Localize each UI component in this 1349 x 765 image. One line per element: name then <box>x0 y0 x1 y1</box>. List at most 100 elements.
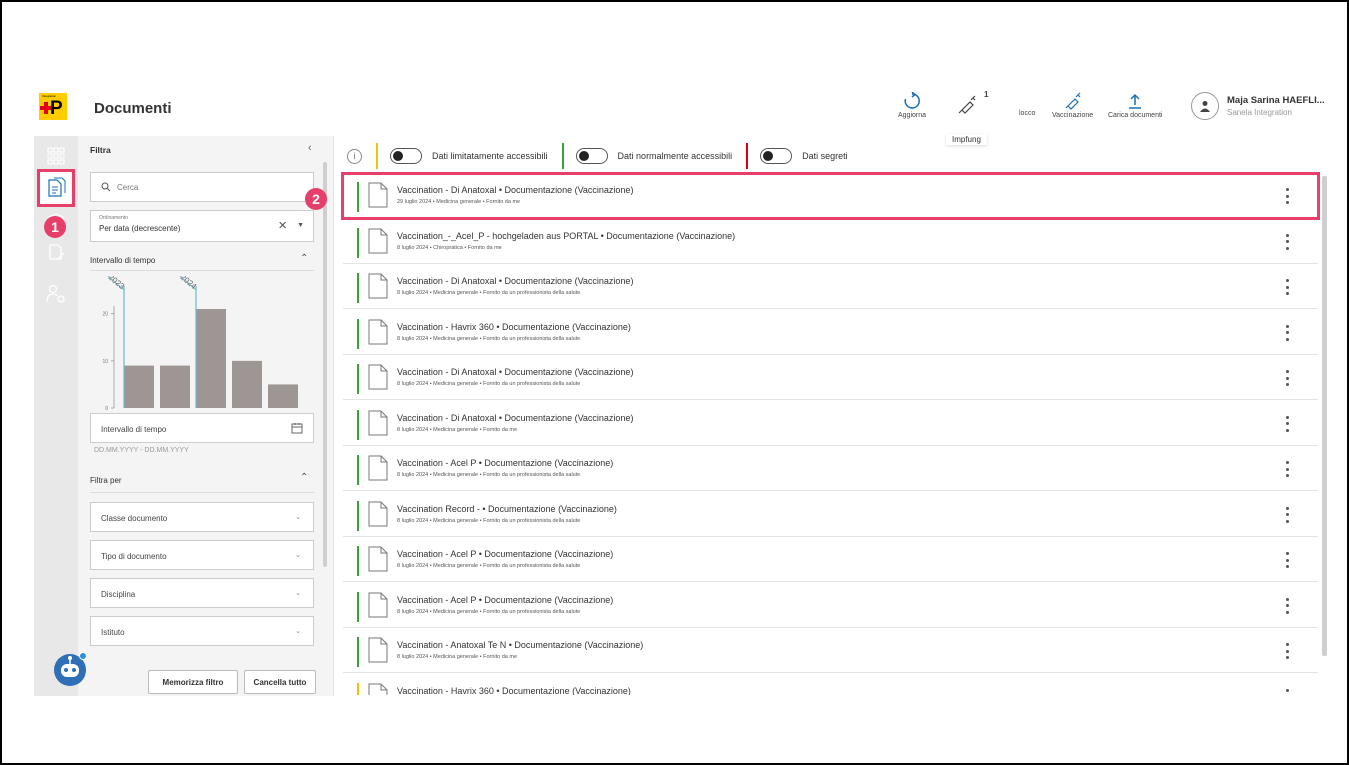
access-level-bar <box>357 546 359 576</box>
more-options-icon[interactable] <box>1281 414 1293 434</box>
sort-select[interactable]: Ordinamento Per data (decrescente) × ▼ <box>90 210 314 242</box>
histogram-bar[interactable] <box>124 365 154 408</box>
filter-scrollbar[interactable] <box>323 162 327 567</box>
post-logo: Integration P <box>39 93 67 120</box>
filter-by-header[interactable]: Filtra per <box>90 476 122 485</box>
document-row[interactable]: Vaccination - Acel P • Documentazione (V… <box>343 583 1318 628</box>
file-icon <box>368 546 388 572</box>
search-box[interactable] <box>90 172 314 202</box>
save-filter-button[interactable]: Memorizza filtro <box>148 670 238 694</box>
file-icon <box>368 592 388 617</box>
document-row[interactable]: Vaccination - Di Anatoxal • Documentazio… <box>341 172 1320 220</box>
document-row[interactable]: Vaccination - Acel P • Documentazione (V… <box>343 447 1318 491</box>
document-meta: 8 luglio 2024 • Medicina generale • Forn… <box>397 608 581 615</box>
calendar-icon[interactable] <box>291 422 303 434</box>
chevron-up-icon[interactable]: ⌃ <box>300 472 308 483</box>
document-title: Vaccination - Anatoxal Te N • Documentaz… <box>397 640 644 650</box>
vaccination-quick-button[interactable]: 1 <box>956 90 988 118</box>
more-options-icon[interactable] <box>1281 459 1293 479</box>
time-histogram[interactable]: 010202023 2024 <box>90 276 314 434</box>
app-header: Integration P Documenti Aggiorna 1 locco… <box>34 88 1336 134</box>
dropdown-document-class[interactable]: Classe documento ⌄ <box>90 502 314 532</box>
document-meta: 8 luglio 2024 • Medicina generale • Forn… <box>397 654 518 660</box>
clear-all-button[interactable]: Cancella tutto <box>244 670 316 694</box>
toggle-limited-access[interactable] <box>390 148 422 164</box>
file-icon <box>368 501 388 526</box>
access-level-bar <box>357 591 359 622</box>
document-edit-icon <box>49 244 65 260</box>
more-options-icon[interactable] <box>1281 232 1293 252</box>
document-title: Vaccination_-_Acel_P - hochgeladen aus P… <box>397 230 736 241</box>
access-level-bar <box>357 682 359 695</box>
document-row[interactable]: Vaccination_-_Acel_P - hochgeladen aus P… <box>343 219 1318 264</box>
more-options-icon[interactable] <box>1281 277 1293 297</box>
info-icon[interactable]: i <box>347 148 362 164</box>
chevron-up-icon[interactable]: ⌃ <box>300 253 308 264</box>
more-options-icon[interactable] <box>1281 323 1293 343</box>
more-options-icon[interactable] <box>1281 505 1293 525</box>
document-row[interactable]: Vaccination - Anatoxal Te N • Documentaz… <box>343 629 1318 673</box>
range-hint: DD.MM.YYYY - DD.MM.YYYY <box>94 447 189 454</box>
chatbot-icon[interactable] <box>52 650 90 688</box>
dropdown-discipline[interactable]: Disciplina ⌄ <box>90 578 314 608</box>
user-org: Sanela Integration <box>1227 108 1292 117</box>
clear-icon[interactable]: × <box>278 217 287 234</box>
chevron-down-icon: ⌄ <box>295 514 301 521</box>
time-range-input[interactable]: Intervallo di tempo <box>90 413 314 443</box>
document-title: Vaccination - Havrix 360 • Documentazion… <box>397 685 631 695</box>
refresh-button[interactable]: Aggiorna <box>898 92 926 119</box>
refresh-icon <box>904 92 920 109</box>
list-scrollbar[interactable] <box>1322 176 1327 656</box>
search-input[interactable] <box>117 182 277 192</box>
toggle-secret[interactable] <box>760 148 793 164</box>
more-options-icon[interactable] <box>1281 687 1293 695</box>
document-meta: 8 luglio 2024 • Medicina generale • Forn… <box>397 381 581 387</box>
document-meta: 8 luglio 2024 • Medicina generale • Forn… <box>397 472 581 478</box>
upload-documents-button[interactable]: Carica documenti <box>1108 92 1162 119</box>
histogram-bar[interactable] <box>160 365 190 408</box>
more-options-icon[interactable] <box>1281 641 1293 661</box>
access-level-bar <box>357 409 359 440</box>
document-meta: 8 luglio 2024 • Medicina generale • Forn… <box>397 563 581 569</box>
collapse-panel-icon[interactable]: ‹ <box>308 142 312 154</box>
time-section-header[interactable]: Intervallo di tempo <box>90 256 155 265</box>
histogram-bar[interactable] <box>232 360 262 408</box>
document-title: Vaccination - Acel P • Documentazione (V… <box>397 549 614 559</box>
histogram-bar[interactable] <box>196 309 226 408</box>
more-options-icon[interactable] <box>1281 186 1293 206</box>
file-icon <box>368 228 388 253</box>
upload-icon <box>1129 93 1142 109</box>
nav-user-settings[interactable] <box>40 278 72 310</box>
more-options-icon[interactable] <box>1281 368 1293 388</box>
legend-bar-yellow <box>376 143 378 169</box>
document-title: Vaccination - Acel P • Documentazione (V… <box>397 458 614 468</box>
document-row[interactable]: Vaccination - Di Anatoxal • Documentazio… <box>343 401 1318 446</box>
access-level-bar <box>357 182 359 212</box>
histogram-bar[interactable] <box>268 384 298 408</box>
dropdown-document-type[interactable]: Tipo di documento ⌄ <box>90 540 314 570</box>
toggle-normal-access[interactable] <box>575 148 608 164</box>
nav-documents[interactable] <box>37 169 75 207</box>
document-row[interactable]: Vaccination - Di Anatoxal • Documentazio… <box>343 265 1318 309</box>
access-level-bar <box>357 500 359 531</box>
sort-value: Per data (decrescente) <box>99 224 181 233</box>
legend-bar-red <box>746 143 749 169</box>
document-row[interactable]: Vaccination - Havrix 360 • Documentazion… <box>343 674 1318 695</box>
vaccinazione-button[interactable]: Vaccinazione <box>1052 92 1093 119</box>
more-options-icon[interactable] <box>1281 550 1293 570</box>
document-row[interactable]: Vaccination - Di Anatoxal • Documentazio… <box>343 356 1318 400</box>
user-menu[interactable]: Maja Sarina HAEFLI... Sanela Integration <box>1191 92 1325 120</box>
y-tick-label: 10 <box>102 359 108 365</box>
document-row[interactable]: Vaccination - Acel P • Documentazione (V… <box>343 538 1318 582</box>
more-options-icon[interactable] <box>1281 596 1293 616</box>
access-level-bar <box>357 318 359 349</box>
user-icon <box>1200 101 1210 112</box>
nav-edit[interactable] <box>40 236 72 268</box>
document-row[interactable]: Vaccination Record - • Documentazione (V… <box>343 492 1318 537</box>
nav-apps[interactable] <box>40 140 72 172</box>
grid-icon <box>47 147 65 165</box>
action-locco[interactable]: locco <box>1019 110 1035 117</box>
document-row[interactable]: Vaccination - Havrix 360 • Documentazion… <box>343 310 1318 355</box>
filter-panel: Filtra ‹ Ordinamento Per data (decrescen… <box>78 136 334 696</box>
dropdown-institute[interactable]: Istituto ⌄ <box>90 616 314 646</box>
